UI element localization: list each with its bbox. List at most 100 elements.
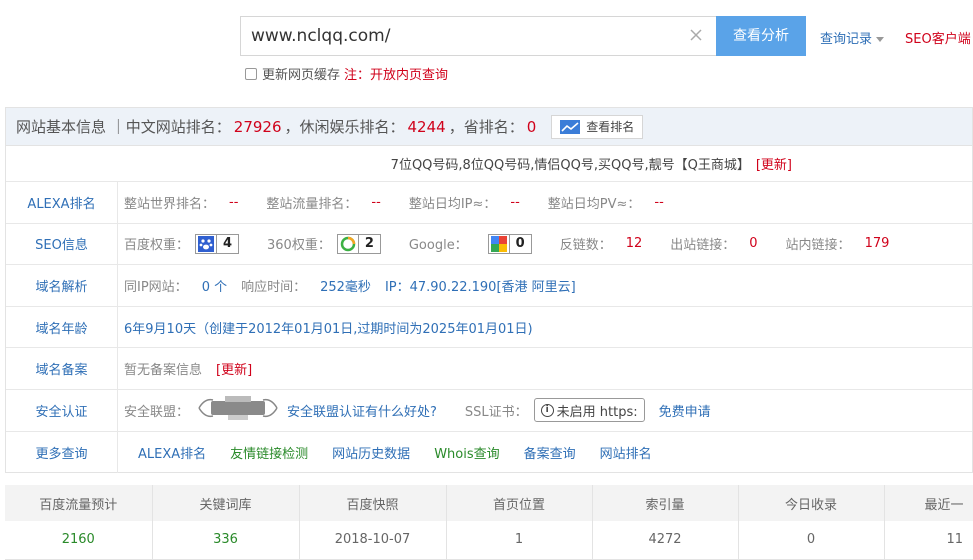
icp-update-link[interactable]: [更新] xyxy=(216,359,252,378)
ip-address[interactable]: IP：47.90.22.190[香港 阿里云] xyxy=(385,276,576,295)
more-link-icp[interactable]: 备案查询 xyxy=(524,443,576,462)
domain-age-value[interactable]: 6年9月10天（创建于2012年01月01日,过期时间为2025年01月01日) xyxy=(124,318,533,337)
traffic-rank-value: -- xyxy=(371,194,381,210)
promo-banner: 7位QQ号码,8位QQ号码,情侣QQ号,买QQ号,靓号【Q王商城】 [更新] xyxy=(6,146,972,182)
google-logo-icon xyxy=(489,235,509,253)
view-rank-button[interactable]: 查看排名 xyxy=(551,114,644,139)
more-link-friendlinks[interactable]: 友情链接检测 xyxy=(230,443,308,462)
weight-360-badge[interactable]: 2 xyxy=(336,233,381,254)
cache-checkbox[interactable] xyxy=(245,67,257,80)
history-dropdown[interactable]: 查询记录 xyxy=(820,28,885,47)
info-icon: i xyxy=(540,403,554,417)
icp-value: 暂无备案信息 xyxy=(124,363,203,379)
table-row: 2160 336 2018-10-07 1 4272 0 11 xyxy=(5,521,973,560)
seo-row: SEO信息 百度权重： 4 360权重： 2 Google： 0 反链数： 12… xyxy=(6,223,972,266)
stats-table: 百度流量预计 关键词库 百度快照 首页位置 索引量 今日收录 最近一 2160 … xyxy=(5,485,973,560)
trend-chart-icon xyxy=(560,119,581,134)
ssl-status-button[interactable]: i 未启用 https: xyxy=(533,398,645,423)
alexa-row: ALEXA排名 整站世界排名： -- 整站流量排名： -- 整站日均IP≈： -… xyxy=(6,182,972,224)
alliance-info-link[interactable]: 安全联盟认证有什么好处? xyxy=(287,401,437,420)
more-row: 更多查询 ALEXA排名 友情链接检测 网站历史数据 Whois查询 备案查询 … xyxy=(6,431,972,474)
promo-link[interactable]: 7位QQ号码,8位QQ号码,情侣QQ号,买QQ号,靓号【Q王商城】 xyxy=(391,154,750,173)
backlinks-value[interactable]: 12 xyxy=(626,236,643,251)
table-cell: 11 xyxy=(884,521,973,560)
promo-update-link[interactable]: [更新] xyxy=(756,154,792,173)
dns-label[interactable]: 域名解析 xyxy=(6,265,118,306)
category-rank-label: ，休闲娱乐排名： xyxy=(284,118,405,136)
site-info-panel: 网站基本信息 ｜中文网站排名： 27926 ，休闲娱乐排名： 4244 ，省排名… xyxy=(5,107,973,474)
more-link-alexa[interactable]: ALEXA排名 xyxy=(138,443,206,462)
chevron-down-icon xyxy=(876,37,885,42)
cn-rank-value: 27926 xyxy=(233,117,282,136)
outlinks-value[interactable]: 0 xyxy=(749,236,757,251)
table-cell[interactable]: 336 xyxy=(152,521,300,560)
col-header: 百度快照 xyxy=(299,485,447,521)
weight-360-value: 2 xyxy=(357,234,380,253)
world-rank-label: 整站世界排名： xyxy=(124,196,216,212)
weight-360-label: 360权重： xyxy=(267,238,331,254)
daily-pv-label: 整站日均PV≈： xyxy=(547,196,641,212)
more-link-whois[interactable]: Whois查询 xyxy=(434,443,499,462)
more-link-history[interactable]: 网站历史数据 xyxy=(332,443,410,462)
col-header: 最近一 xyxy=(884,485,973,521)
seo-client-link[interactable]: SEO客户端 xyxy=(905,28,971,47)
daily-ip-value: -- xyxy=(510,194,520,210)
google-badge[interactable]: 0 xyxy=(487,233,532,254)
world-rank-value: -- xyxy=(229,194,239,210)
backlinks-label: 反链数： xyxy=(559,238,612,254)
same-ip-value[interactable]: 0 个 xyxy=(202,276,227,295)
seo-label[interactable]: SEO信息 xyxy=(6,223,118,265)
360-logo-icon xyxy=(338,235,358,253)
category-rank-value: 4244 xyxy=(407,117,446,136)
col-header: 百度流量预计 xyxy=(5,485,153,521)
cache-option: 更新网页缓存 注：开放内页查询 xyxy=(245,64,448,83)
table-header-row: 百度流量预计 关键词库 百度快照 首页位置 索引量 今日收录 最近一 xyxy=(5,485,973,521)
domain-age-label[interactable]: 域名年龄 xyxy=(6,306,118,348)
alliance-seal-icon[interactable] xyxy=(195,394,281,426)
baidu-weight-value: 4 xyxy=(216,234,238,253)
ssl-label: SSL证书： xyxy=(464,404,528,420)
google-value: 0 xyxy=(508,234,531,253)
panel-title: 网站基本信息 ｜中文网站排名： xyxy=(16,118,231,136)
security-label[interactable]: 安全认证 xyxy=(6,389,118,431)
icp-label[interactable]: 域名备案 xyxy=(6,348,118,389)
inlinks-value[interactable]: 179 xyxy=(865,236,890,251)
search-input[interactable] xyxy=(241,17,681,55)
table-cell[interactable]: 2160 xyxy=(5,521,153,560)
same-ip-label: 同IP网站： xyxy=(124,279,188,295)
table-cell: 1 xyxy=(446,521,593,560)
col-header: 今日收录 xyxy=(738,485,885,521)
search-button[interactable]: 查看分析 xyxy=(716,16,806,56)
table-cell: 0 xyxy=(738,521,885,560)
security-row: 安全认证 安全联盟： 安全联盟认证有什么好处? SSL证书： i 未启用 htt… xyxy=(6,389,972,432)
table-cell: 4272 xyxy=(592,521,739,560)
traffic-rank-label: 整站流量排名： xyxy=(266,196,358,212)
outlinks-label: 出站链接： xyxy=(670,238,736,254)
baidu-weight-badge[interactable]: 4 xyxy=(195,233,240,254)
domain-age-row: 域名年龄 6年9月10天（创建于2012年01月01日,过期时间为2025年01… xyxy=(6,306,972,349)
daily-ip-label: 整站日均IP≈： xyxy=(408,196,497,212)
table-cell: 2018-10-07 xyxy=(299,521,447,560)
ssl-apply-link[interactable]: 免费申请 xyxy=(659,401,711,420)
col-header: 首页位置 xyxy=(446,485,593,521)
view-rank-label: 查看排名 xyxy=(586,120,635,134)
province-rank-value: 0 xyxy=(526,117,537,136)
cache-note: 注：开放内页查询 xyxy=(344,68,449,83)
baidu-paw-icon xyxy=(196,235,216,253)
response-time-value: 252毫秒 xyxy=(320,279,371,295)
alliance-label: 安全联盟： xyxy=(124,404,190,420)
cache-label: 更新网页缓存 xyxy=(262,68,341,83)
inlinks-label: 站内链接： xyxy=(785,238,851,254)
search-box xyxy=(240,16,716,56)
col-header: 索引量 xyxy=(592,485,739,521)
panel-header: 网站基本信息 ｜中文网站排名： 27926 ，休闲娱乐排名： 4244 ，省排名… xyxy=(6,108,972,146)
alexa-label[interactable]: ALEXA排名 xyxy=(6,182,118,223)
ssl-status-label: 未启用 https: xyxy=(556,404,638,420)
icp-row: 域名备案 暂无备案信息 [更新] xyxy=(6,348,972,390)
more-link-rank[interactable]: 网站排名 xyxy=(600,443,652,462)
history-label: 查询记录 xyxy=(820,32,873,47)
province-rank-label: ，省排名： xyxy=(448,118,524,136)
close-icon[interactable] xyxy=(686,25,706,45)
daily-pv-value: -- xyxy=(654,194,664,210)
more-label[interactable]: 更多查询 xyxy=(6,431,118,474)
